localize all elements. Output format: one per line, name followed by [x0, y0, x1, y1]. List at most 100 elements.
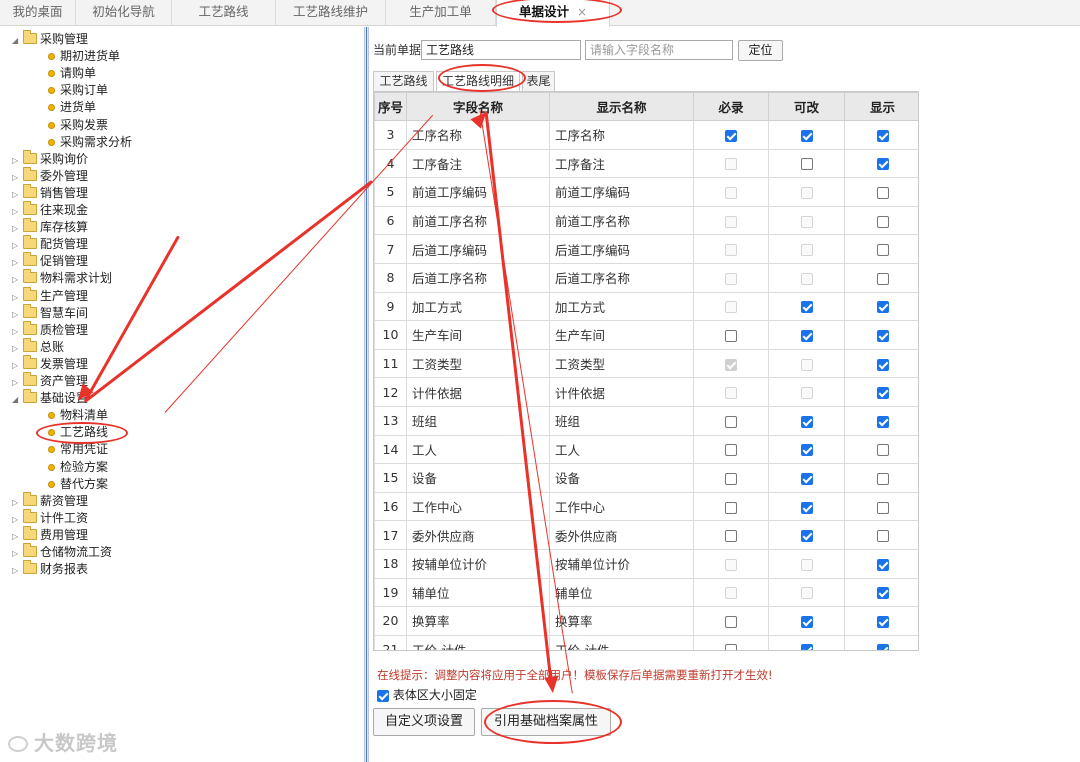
- caret-right-icon[interactable]: ▷: [12, 323, 23, 340]
- subtab-footer[interactable]: 表尾: [522, 71, 555, 91]
- visible-checkbox[interactable]: [876, 272, 889, 285]
- row-display-name[interactable]: 生产车间: [549, 320, 694, 350]
- table-row[interactable]: 6 前道工序名称 前道工序名称: [374, 205, 918, 236]
- editable-checkbox[interactable]: [800, 472, 813, 485]
- required-checkbox[interactable]: [725, 530, 737, 543]
- table-row[interactable]: 11 工资类型 工资类型: [374, 348, 918, 379]
- tree-leaf[interactable]: 检验方案: [48, 459, 108, 476]
- visible-checkbox[interactable]: [876, 186, 889, 199]
- tree-leaf[interactable]: 采购发票: [48, 117, 108, 134]
- tree-leaf[interactable]: 期初进货单: [48, 48, 120, 65]
- required-checkbox[interactable]: [725, 472, 737, 485]
- row-display-name[interactable]: 计件依据: [549, 377, 694, 407]
- required-checkbox[interactable]: [725, 129, 737, 142]
- required-checkbox[interactable]: [725, 644, 737, 650]
- row-display-name[interactable]: 工价-计件: [549, 634, 694, 650]
- caret-right-icon[interactable]: ▷: [12, 152, 23, 169]
- tree-leaf[interactable]: 替代方案: [48, 476, 108, 493]
- editable-checkbox[interactable]: [800, 530, 813, 543]
- visible-checkbox[interactable]: [876, 558, 889, 571]
- tree-folder[interactable]: ▷ 质检管理: [12, 320, 88, 340]
- table-row[interactable]: 18 按辅单位计价 按辅单位计价: [374, 548, 918, 579]
- current-doc-input[interactable]: 工艺路线: [421, 40, 581, 60]
- tree-folder[interactable]: ▷ 促销管理: [12, 252, 88, 270]
- caret-right-icon[interactable]: ▷: [12, 169, 23, 186]
- tree-folder[interactable]: ▷ 薪资管理: [12, 491, 88, 511]
- caret-right-icon[interactable]: ▷: [12, 528, 23, 545]
- tree-folder[interactable]: ▷ 财务报表: [12, 560, 88, 579]
- visible-checkbox[interactable]: [876, 615, 889, 628]
- visible-checkbox[interactable]: [876, 587, 889, 600]
- tree-folder[interactable]: ▷ 库存核算: [12, 218, 88, 237]
- row-display-name[interactable]: 后道工序编码: [549, 234, 694, 264]
- table-row[interactable]: 21 工价-计件 工价-计件: [374, 634, 918, 650]
- editable-checkbox[interactable]: [800, 501, 813, 514]
- table-row[interactable]: 7 后道工序编码 后道工序编码: [374, 234, 918, 264]
- visible-checkbox[interactable]: [876, 472, 889, 485]
- caret-right-icon[interactable]: ▷: [12, 562, 23, 579]
- tab-process-route-maint[interactable]: 工艺路线维护: [276, 0, 386, 26]
- visible-checkbox[interactable]: [876, 644, 889, 650]
- caret-right-icon[interactable]: ▷: [12, 237, 23, 254]
- tree-folder[interactable]: ▷ 采购询价: [12, 149, 88, 169]
- visible-checkbox[interactable]: [876, 530, 889, 543]
- required-checkbox[interactable]: [725, 501, 737, 514]
- field-search-input[interactable]: 请输入字段名称: [585, 40, 733, 60]
- table-row[interactable]: 9 加工方式 加工方式: [374, 291, 918, 322]
- tab-production-order[interactable]: 生产加工单: [386, 0, 496, 26]
- caret-right-icon[interactable]: ▷: [12, 374, 23, 391]
- caret-right-icon[interactable]: ▷: [12, 511, 23, 528]
- editable-checkbox[interactable]: [800, 329, 813, 342]
- row-display-name[interactable]: 加工方式: [549, 291, 694, 322]
- caret-right-icon[interactable]: ▷: [12, 306, 23, 323]
- caret-right-icon[interactable]: ▷: [12, 220, 23, 237]
- row-display-name[interactable]: 前道工序编码: [549, 177, 694, 207]
- editable-checkbox[interactable]: [800, 301, 813, 314]
- table-row[interactable]: 17 委外供应商 委外供应商: [374, 520, 918, 550]
- tab-init-nav[interactable]: 初始化导航: [76, 0, 172, 26]
- editable-checkbox[interactable]: [800, 644, 813, 650]
- tree-folder[interactable]: ▷ 总账: [12, 337, 64, 356]
- table-row[interactable]: 14 工人 工人: [374, 434, 918, 465]
- row-display-name[interactable]: 工序备注: [549, 148, 694, 179]
- table-scrollbar[interactable]: [919, 91, 927, 651]
- custom-items-button[interactable]: 自定义项设置: [373, 708, 475, 736]
- fixed-size-checkbox[interactable]: [377, 689, 389, 702]
- required-checkbox[interactable]: [725, 615, 737, 628]
- table-row[interactable]: 10 生产车间 生产车间: [374, 320, 918, 350]
- editable-checkbox[interactable]: [800, 615, 813, 628]
- editable-checkbox[interactable]: [800, 415, 813, 428]
- col-header-editable[interactable]: 可改: [768, 92, 845, 121]
- tree-leaf[interactable]: 采购订单: [48, 82, 108, 99]
- visible-checkbox[interactable]: [876, 387, 889, 400]
- tree-folder[interactable]: ▷ 生产管理: [12, 286, 88, 305]
- col-header-no[interactable]: 序号: [374, 92, 407, 121]
- table-row[interactable]: 5 前道工序编码 前道工序编码: [374, 177, 918, 207]
- caret-right-icon[interactable]: ▷: [12, 494, 23, 511]
- tree-folder[interactable]: ▷ 智慧车间: [12, 303, 88, 323]
- tree-folder[interactable]: ▷ 委外管理: [12, 166, 88, 186]
- subtab-process-route[interactable]: 工艺路线: [373, 71, 434, 91]
- row-display-name[interactable]: 后道工序名称: [549, 262, 694, 293]
- required-checkbox[interactable]: [725, 415, 737, 428]
- visible-checkbox[interactable]: [876, 329, 889, 342]
- tab-my-desktop[interactable]: 我的桌面: [0, 0, 76, 26]
- visible-checkbox[interactable]: [876, 244, 889, 257]
- table-row[interactable]: 20 换算率 换算率: [374, 606, 918, 636]
- row-display-name[interactable]: 工资类型: [549, 348, 694, 379]
- tree-folder[interactable]: ▷ 计件工资: [12, 508, 88, 528]
- tree-folder[interactable]: ▷ 销售管理: [12, 183, 88, 203]
- row-display-name[interactable]: 工作中心: [549, 491, 694, 522]
- tree-leaf[interactable]: 请购单: [48, 65, 96, 82]
- tree-folder[interactable]: ▷ 费用管理: [12, 525, 88, 545]
- row-display-name[interactable]: 委外供应商: [549, 520, 694, 550]
- table-row[interactable]: 19 辅单位 辅单位: [374, 577, 918, 608]
- tree-leaf[interactable]: 进货单: [48, 99, 96, 116]
- row-display-name[interactable]: 辅单位: [549, 577, 694, 608]
- row-display-name[interactable]: 前道工序名称: [549, 205, 694, 236]
- caret-right-icon[interactable]: ▷: [12, 186, 23, 203]
- tree-folder[interactable]: ▷ 仓储物流工资: [12, 543, 112, 561]
- col-header-display-name[interactable]: 显示名称: [549, 92, 694, 121]
- tree-folder[interactable]: ▷ 资产管理: [12, 372, 88, 391]
- caret-right-icon[interactable]: ▷: [12, 271, 23, 288]
